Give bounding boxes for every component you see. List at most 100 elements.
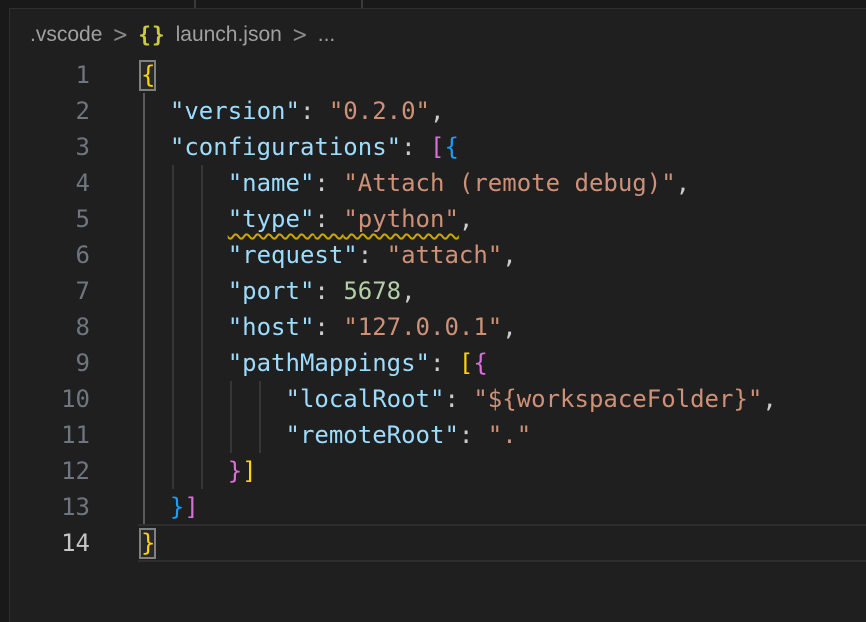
token-key: "version" <box>170 97 300 125</box>
line-number-9[interactable]: 9 <box>10 345 90 381</box>
code-line-14[interactable]: 14} <box>10 525 866 561</box>
json-file-icon: {} <box>138 23 165 47</box>
token-ws <box>141 457 228 485</box>
token-str-warning: "python" <box>343 205 459 233</box>
code-line-text: "name": "Attach (remote debug)", <box>90 165 690 201</box>
warning-squiggle: "type": "python" <box>228 205 459 233</box>
editor-pane: .vscode > {} launch.json > ... 1{2 "vers… <box>0 0 866 622</box>
code-line-10[interactable]: 10 "localRoot": "${workspaceFolder}", <box>10 381 866 417</box>
code-line-8[interactable]: 8 "host": "127.0.0.1", <box>10 309 866 345</box>
token-key: "request" <box>228 241 358 269</box>
breadcrumb-item-symbols[interactable]: ... <box>318 23 336 47</box>
code-line-text: "remoteRoot": "." <box>90 417 531 453</box>
token-b1: ] <box>242 457 256 485</box>
code-line-text: "port": 5678, <box>90 273 416 309</box>
token-punct: : <box>401 133 430 161</box>
matched-bracket: } <box>141 529 155 557</box>
code-line-4[interactable]: 4 "name": "Attach (remote debug)", <box>10 165 866 201</box>
line-number-13[interactable]: 13 <box>10 489 90 525</box>
token-str: "." <box>488 421 531 449</box>
code-line-9[interactable]: 9 "pathMappings": [{ <box>10 345 866 381</box>
tab-separator <box>194 0 196 8</box>
token-punct: , <box>676 169 690 197</box>
editor-code-area[interactable]: 1{2 "version": "0.2.0",3 "configurations… <box>10 57 866 561</box>
token-key: "host" <box>228 313 315 341</box>
token-num: 5678 <box>343 277 401 305</box>
code-line-6[interactable]: 6 "request": "attach", <box>10 237 866 273</box>
token-punct: , <box>401 277 415 305</box>
code-line-11[interactable]: 11 "remoteRoot": "." <box>10 417 866 453</box>
token-ws <box>141 241 228 269</box>
token-ws <box>141 277 228 305</box>
token-key: "remoteRoot" <box>286 421 459 449</box>
token-punct-warning: : <box>314 205 343 233</box>
line-number-8[interactable]: 8 <box>10 309 90 345</box>
token-str: "${workspaceFolder}" <box>473 385 762 413</box>
token-punct: , <box>502 241 516 269</box>
token-punct: : <box>314 277 343 305</box>
breadcrumb: .vscode > {} launch.json > ... <box>30 20 335 50</box>
token-b3: { <box>444 133 458 161</box>
token-ws <box>141 385 286 413</box>
chevron-right-icon: > <box>112 22 128 47</box>
token-punct: : <box>459 421 488 449</box>
token-b2: ] <box>184 493 198 521</box>
token-b2: { <box>473 349 487 377</box>
line-number-3[interactable]: 3 <box>10 129 90 165</box>
code-line-12[interactable]: 12 }] <box>10 453 866 489</box>
code-line-7[interactable]: 7 "port": 5678, <box>10 273 866 309</box>
code-line-3[interactable]: 3 "configurations": [{ <box>10 129 866 165</box>
token-ws <box>141 493 170 521</box>
code-line-text: }] <box>90 453 257 489</box>
code-line-text: "configurations": [{ <box>90 129 459 165</box>
token-ws <box>141 97 170 125</box>
code-line-text: } <box>90 525 155 561</box>
code-line-5[interactable]: 5 "type": "python", <box>10 201 866 237</box>
token-punct: , <box>430 97 444 125</box>
token-key: "pathMappings" <box>228 349 430 377</box>
breadcrumb-item-folder[interactable]: .vscode <box>30 23 102 47</box>
token-key: "port" <box>228 277 315 305</box>
token-ws <box>141 205 228 233</box>
line-number-11[interactable]: 11 <box>10 417 90 453</box>
code-line-text: "type": "python", <box>90 201 473 237</box>
code-line-2[interactable]: 2 "version": "0.2.0", <box>10 93 866 129</box>
token-ws <box>141 169 228 197</box>
tab-separator <box>361 0 363 8</box>
line-number-12[interactable]: 12 <box>10 453 90 489</box>
token-punct: , <box>459 205 473 233</box>
breadcrumb-item-file[interactable]: launch.json <box>176 23 282 47</box>
line-number-14[interactable]: 14 <box>10 525 90 561</box>
token-key: "localRoot" <box>286 385 445 413</box>
tab-bar-edge <box>9 0 866 9</box>
token-str: "127.0.0.1" <box>343 313 502 341</box>
panel-edge-left <box>0 0 10 622</box>
token-punct: : <box>314 313 343 341</box>
token-ws <box>141 313 228 341</box>
token-b2: [ <box>430 133 444 161</box>
code-line-text: "host": "127.0.0.1", <box>90 309 517 345</box>
line-number-7[interactable]: 7 <box>10 273 90 309</box>
line-number-2[interactable]: 2 <box>10 93 90 129</box>
chevron-right-icon: > <box>292 22 308 47</box>
token-b3: } <box>170 493 184 521</box>
code-line-text: "version": "0.2.0", <box>90 93 444 129</box>
code-line-text: "localRoot": "${workspaceFolder}", <box>90 381 777 417</box>
token-ws <box>141 133 170 161</box>
line-number-5[interactable]: 5 <box>10 201 90 237</box>
line-number-1[interactable]: 1 <box>10 57 90 93</box>
token-str: "0.2.0" <box>329 97 430 125</box>
token-key: "name" <box>228 169 315 197</box>
token-ws <box>141 421 286 449</box>
token-ws <box>141 349 228 377</box>
code-line-13[interactable]: 13 }] <box>10 489 866 525</box>
line-number-4[interactable]: 4 <box>10 165 90 201</box>
line-number-6[interactable]: 6 <box>10 237 90 273</box>
line-number-10[interactable]: 10 <box>10 381 90 417</box>
token-punct: : <box>300 97 329 125</box>
code-line-text: "pathMappings": [{ <box>90 345 488 381</box>
code-line-1[interactable]: 1{ <box>10 57 866 93</box>
token-b1: [ <box>459 349 473 377</box>
token-str: "attach" <box>387 241 503 269</box>
token-punct: : <box>444 385 473 413</box>
